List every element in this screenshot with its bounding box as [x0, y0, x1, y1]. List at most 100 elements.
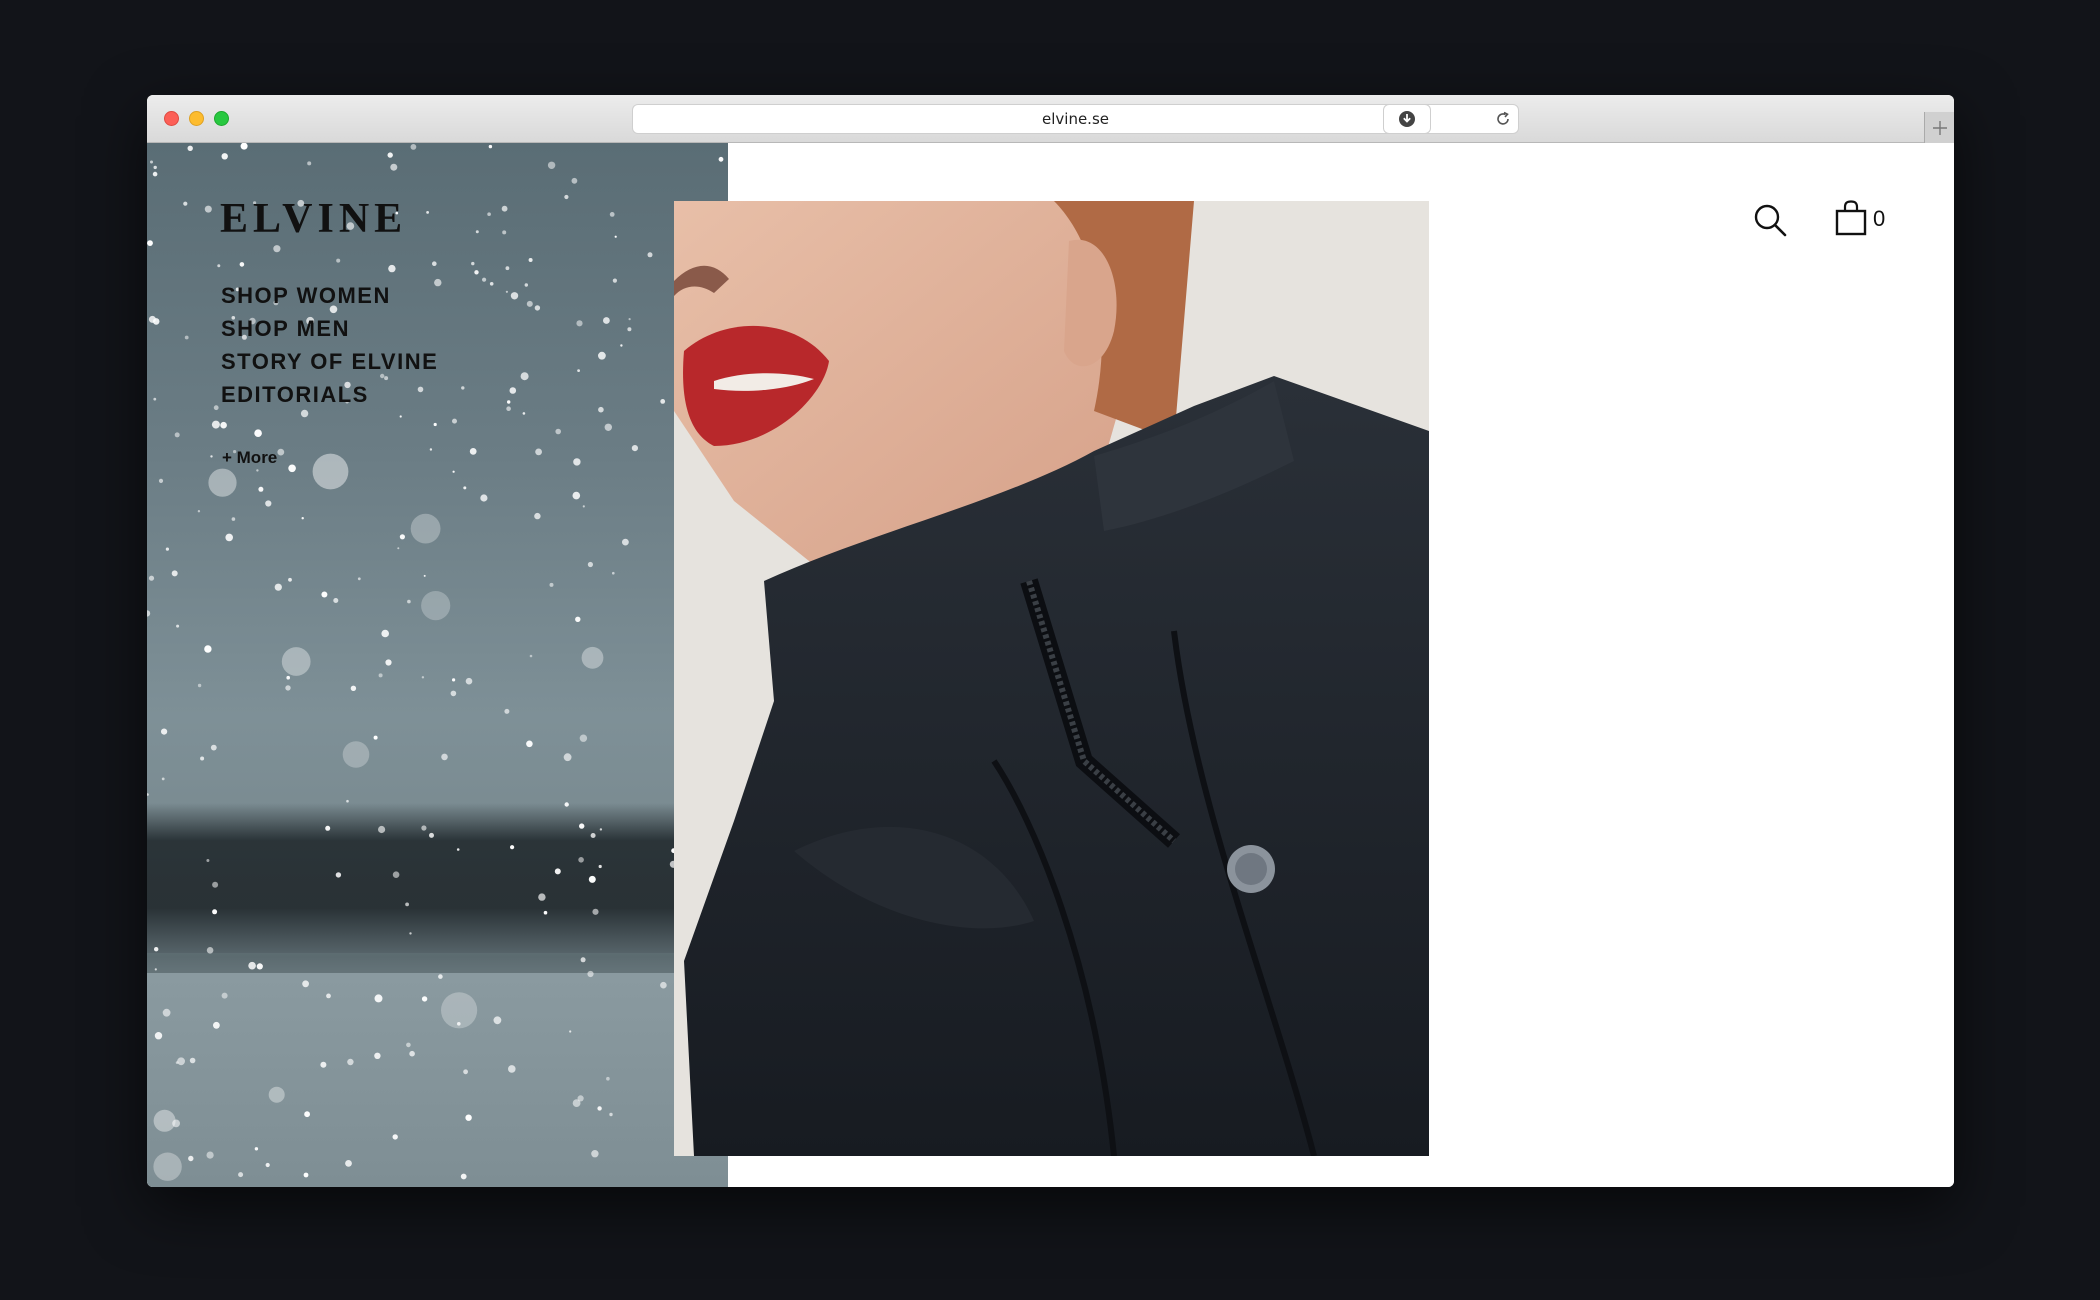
snowflake: [526, 300, 533, 307]
snowflake: [660, 981, 667, 989]
minimize-window-button[interactable]: [189, 111, 204, 126]
snowflake: [577, 369, 580, 372]
snowflake: [660, 399, 666, 404]
more-link[interactable]: + More: [222, 448, 277, 468]
snowflake: [326, 993, 331, 999]
site-logo[interactable]: ELVINE: [220, 195, 407, 243]
snowflake: [183, 201, 188, 206]
snowflake: [387, 152, 393, 158]
snowflake: [277, 448, 285, 456]
snowflake: [718, 156, 724, 162]
snowflake: [200, 756, 205, 761]
snowflake: [421, 825, 427, 831]
snowflake: [238, 1172, 244, 1178]
snowflake: [510, 845, 515, 850]
snowflake: [571, 177, 578, 184]
snowflake: [526, 740, 533, 748]
nav-item-editorials[interactable]: EDITORIALS: [221, 378, 438, 411]
snowflake: [474, 270, 479, 275]
snowflake: [212, 909, 218, 915]
snowflake: [174, 432, 180, 438]
snowflake: [438, 974, 443, 979]
nav-item-shop-women[interactable]: SHOP WOMEN: [221, 279, 438, 312]
snowflake: [197, 510, 201, 513]
snowflake: [288, 464, 296, 473]
snowflake: [325, 825, 331, 831]
new-tab-button[interactable]: [1924, 112, 1954, 143]
snowflake: [410, 144, 417, 150]
snowflake: [622, 538, 629, 546]
snowflake: [225, 533, 233, 542]
snowflake: [471, 261, 475, 266]
snowflake: [598, 406, 604, 413]
snowflake: [429, 832, 434, 838]
snowflake: [208, 468, 237, 497]
snowflake: [385, 659, 392, 666]
snowflake: [392, 1134, 398, 1140]
snowflake: [423, 574, 426, 577]
snowflake: [588, 875, 596, 883]
snowflake: [599, 828, 603, 831]
snowflake: [268, 1086, 285, 1103]
snowflake: [504, 708, 510, 714]
snowflake: [373, 735, 378, 740]
snowflake: [204, 645, 212, 653]
cart-count[interactable]: 0: [1873, 206, 1885, 232]
snowflake: [256, 963, 263, 970]
snowflake: [176, 624, 180, 628]
snowflake: [210, 744, 217, 751]
snowflake: [211, 420, 220, 429]
snowflake: [345, 1160, 352, 1167]
snowflake: [432, 261, 437, 266]
snowflake: [576, 320, 583, 327]
snowflake: [210, 455, 213, 458]
download-icon: [1399, 111, 1415, 127]
snowflake: [569, 1030, 572, 1033]
shopping-bag-icon[interactable]: [1834, 200, 1868, 236]
snowflake: [177, 1057, 185, 1066]
snowflake: [281, 647, 311, 676]
search-icon[interactable]: [1752, 202, 1788, 238]
browser-window: elvine.se ELVINE SHOP WOMEN SHOP MEN STO…: [147, 95, 1954, 1187]
snowflake: [522, 412, 526, 415]
snowflake: [587, 561, 593, 568]
snowflake: [336, 258, 341, 263]
snowflake: [374, 994, 383, 1003]
snowflake: [489, 282, 494, 286]
download-button[interactable]: [1384, 105, 1430, 133]
snowflake: [350, 685, 357, 691]
snowflake: [580, 957, 586, 963]
snowflake: [469, 448, 477, 455]
close-window-button[interactable]: [164, 111, 179, 126]
snowflake: [620, 344, 623, 347]
snowflake: [161, 777, 165, 781]
snowflake: [204, 205, 212, 213]
snowflake: [153, 1109, 176, 1132]
snowflake: [547, 161, 556, 169]
browser-titlebar: elvine.se: [147, 95, 1954, 143]
snowflake: [502, 230, 507, 235]
snowflake: [563, 753, 572, 762]
page-content: ELVINE SHOP WOMEN SHOP MEN STORY OF ELVI…: [147, 143, 1954, 1187]
snowflake: [591, 1150, 599, 1158]
snowflake: [220, 421, 227, 429]
snowflake: [357, 577, 361, 581]
snowflake: [265, 1162, 270, 1168]
reload-icon[interactable]: [1494, 110, 1512, 128]
snowflake: [564, 802, 569, 807]
nav-item-shop-men[interactable]: SHOP MEN: [221, 312, 438, 345]
snowflake: [573, 458, 581, 466]
snowflake: [153, 1152, 182, 1181]
snowflake: [288, 577, 292, 582]
snowflake: [475, 230, 479, 234]
nav-item-story-of-elvine[interactable]: STORY OF ELVINE: [221, 345, 438, 378]
snowflake: [577, 1095, 584, 1102]
snowflake: [407, 599, 411, 604]
snowflake: [543, 910, 548, 915]
zoom-window-button[interactable]: [214, 111, 229, 126]
snowflake: [388, 264, 396, 273]
snowflake: [488, 144, 493, 149]
hero-image[interactable]: [674, 201, 1429, 1156]
snowflake: [534, 512, 541, 520]
snowflake: [587, 970, 594, 978]
